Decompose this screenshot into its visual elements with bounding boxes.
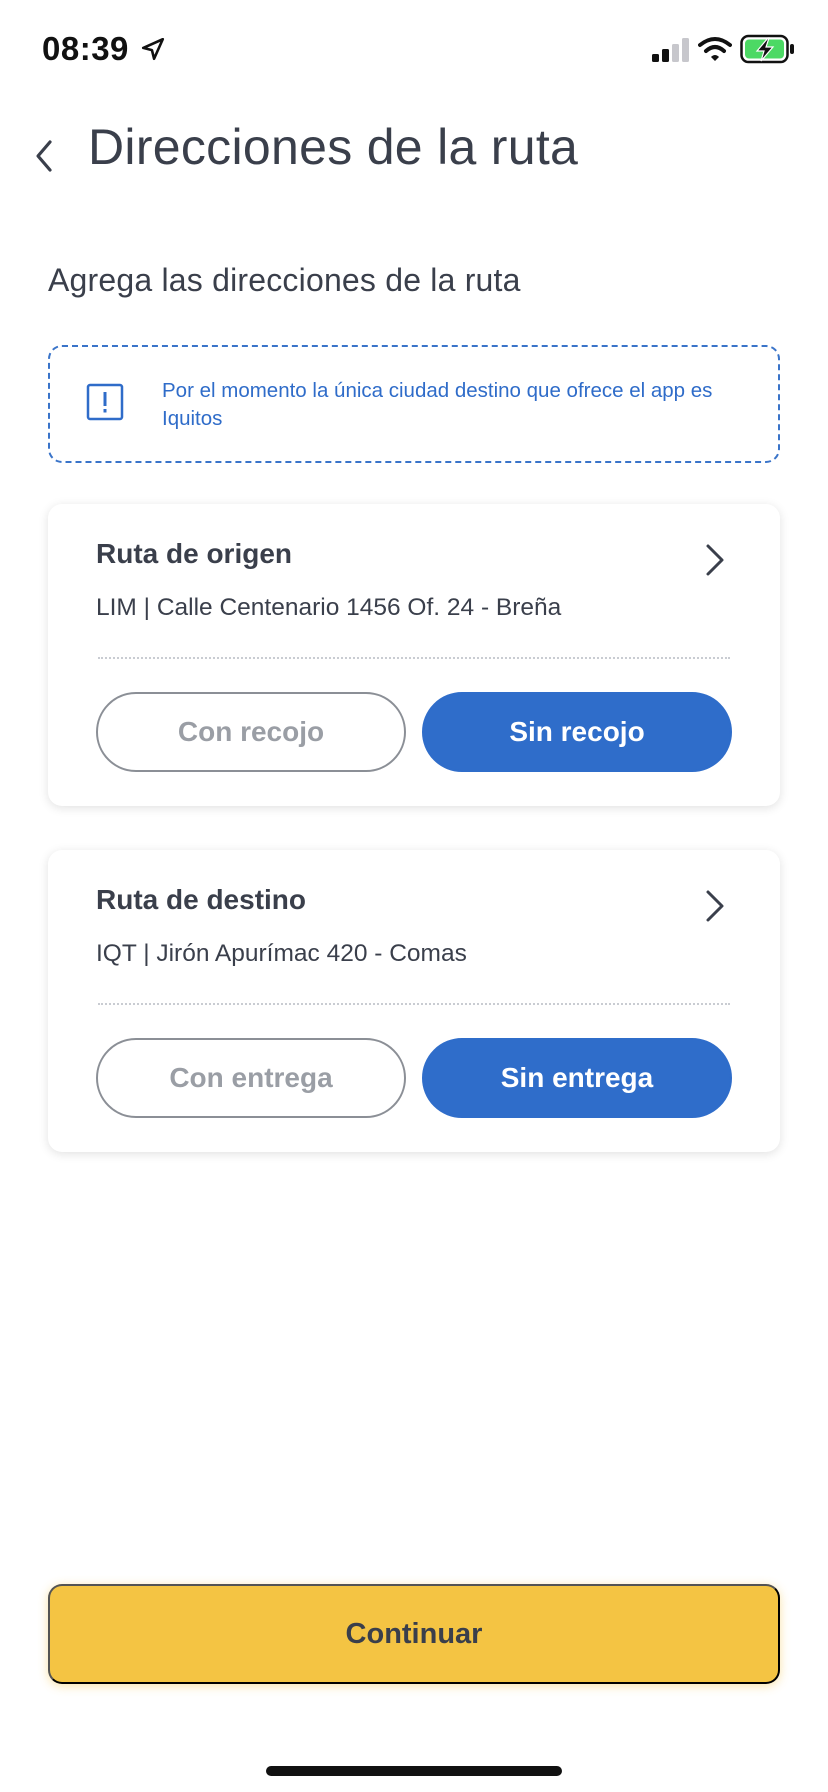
destination-route-card[interactable]: Ruta de destino IQT | Jirón Apurímac 420… — [48, 850, 780, 1152]
origin-route-card[interactable]: Ruta de origen LIM | Calle Centenario 14… — [48, 504, 780, 806]
chevron-right-icon[interactable] — [704, 888, 726, 924]
sin-entrega-button[interactable]: Sin entrega — [422, 1038, 732, 1118]
destination-address: IQT | Jirón Apurímac 420 - Comas — [96, 940, 467, 967]
location-arrow-icon — [141, 37, 165, 61]
sin-recojo-button[interactable]: Sin recojo — [422, 692, 732, 772]
notice-text: Por el momento la única ciudad destino q… — [162, 379, 713, 430]
home-indicator[interactable] — [266, 1766, 562, 1776]
wifi-icon — [698, 37, 732, 61]
status-time: 08:39 — [42, 30, 129, 67]
divider — [98, 657, 730, 659]
page-title: Direcciones de la ruta — [88, 119, 579, 175]
exclamation-square-icon — [86, 383, 124, 421]
origin-address: LIM | Calle Centenario 1456 Of. 24 - Bre… — [96, 594, 562, 621]
cellular-signal-icon — [652, 38, 689, 62]
divider — [98, 1003, 730, 1005]
section-title: Agrega las direcciones de la ruta — [48, 262, 521, 298]
origin-card-title: Ruta de origen — [96, 538, 293, 569]
chevron-right-icon[interactable] — [704, 542, 726, 578]
status-bar: 08:39 — [0, 0, 828, 100]
con-entrega-button[interactable]: Con entrega — [96, 1038, 406, 1118]
destination-card-title: Ruta de destino — [96, 884, 307, 915]
con-recojo-button[interactable]: Con recojo — [96, 692, 406, 772]
battery-charging-icon — [740, 34, 794, 64]
notice-banner: Por el momento la única ciudad destino q… — [48, 345, 780, 463]
back-chevron-icon[interactable] — [30, 136, 58, 176]
continue-button[interactable]: Continuar — [48, 1584, 780, 1684]
